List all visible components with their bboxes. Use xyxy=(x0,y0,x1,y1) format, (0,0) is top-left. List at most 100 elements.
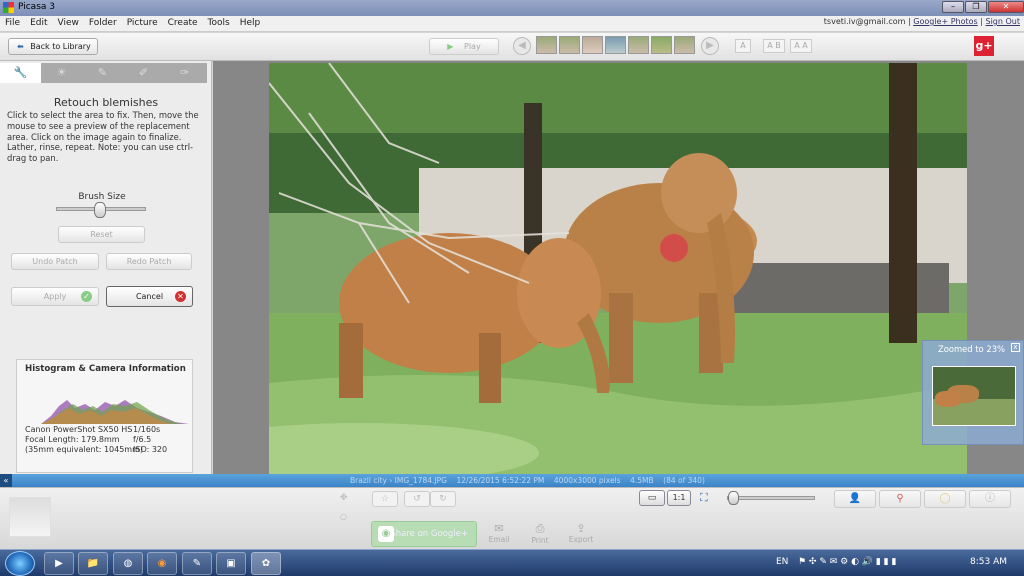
filmstrip-thumb[interactable] xyxy=(674,36,695,54)
edit-panel: 🔧 ☀ ✎ ✐ ✑ Retouch blemishes Click to sel… xyxy=(0,61,212,474)
focal-equivalent: (35mm equivalent: 1045mm) xyxy=(25,445,144,454)
photo-viewer-icon[interactable]: ▣ xyxy=(216,552,246,575)
histogram-panel: Histogram & Camera Information Canon Pow… xyxy=(16,359,193,473)
histogram-title: Histogram & Camera Information xyxy=(25,364,186,374)
people-icon[interactable]: 👤 xyxy=(834,490,876,508)
menu-picture[interactable]: Picture xyxy=(122,16,163,31)
apply-button[interactable]: Apply ✓ xyxy=(11,287,99,306)
account-email: tsveti.iv@gmail.com xyxy=(823,17,906,26)
previous-button[interactable]: ◀ xyxy=(513,37,531,55)
info-icon[interactable]: ⓘ xyxy=(969,490,1011,508)
share-label: Share on Google+ xyxy=(390,529,468,539)
menu-view[interactable]: View xyxy=(53,16,84,31)
filmstrip-thumb[interactable] xyxy=(536,36,557,54)
back-label: Back to Library xyxy=(30,42,91,51)
zoom-label: Zoomed to 23% xyxy=(938,344,1005,354)
collapse-panel-icon[interactable]: « xyxy=(0,474,12,487)
cancel-label: Cancel xyxy=(135,292,164,301)
toolbar: ⬅ Back to Library ▶ Play ◀ ▶ A A B A A g… xyxy=(0,33,1024,61)
export-action[interactable]: ⇪ Export xyxy=(566,522,596,544)
close-button[interactable]: ✕ xyxy=(988,1,1024,13)
redo-patch-button[interactable]: Redo Patch xyxy=(106,253,192,270)
next-button[interactable]: ▶ xyxy=(701,37,719,55)
title-bar: Picasa 3 – ❐ ✕ xyxy=(0,0,1024,16)
play-label: Play xyxy=(464,42,481,51)
zoom-close-button[interactable]: x xyxy=(1011,343,1020,352)
paint-icon[interactable]: ✎ xyxy=(182,552,212,575)
star-button[interactable]: ☆ xyxy=(372,491,398,507)
clock[interactable]: 8:53 AM xyxy=(970,557,1007,567)
menu-folder[interactable]: Folder xyxy=(84,16,122,31)
hold-icon[interactable]: ✥ xyxy=(340,493,348,503)
media-player-icon[interactable]: ▶ xyxy=(44,552,74,575)
menu-file[interactable]: File xyxy=(0,16,25,31)
cancel-x-icon: ✕ xyxy=(175,291,186,302)
brush2-icon[interactable]: ✐ xyxy=(123,63,164,83)
filmstrip-thumb[interactable] xyxy=(559,36,580,54)
actual-size-button[interactable]: 1:1 xyxy=(667,490,691,506)
play-button[interactable]: ▶ Play xyxy=(429,38,499,55)
network-icon[interactable]: ◍ xyxy=(113,552,143,575)
sign-out-link[interactable]: Sign Out xyxy=(986,17,1021,26)
tray-thumbnail[interactable] xyxy=(9,497,51,537)
filmstrip-thumb[interactable] xyxy=(651,36,672,54)
fit-window-button[interactable]: ▭ xyxy=(639,490,665,506)
export-label: Export xyxy=(568,535,594,544)
filmstrip-thumb[interactable] xyxy=(582,36,603,54)
maximize-button[interactable]: ❐ xyxy=(965,1,987,13)
reset-button[interactable]: Reset xyxy=(58,226,145,243)
window-title: Picasa 3 xyxy=(18,2,55,12)
tag-icon[interactable]: ◯ xyxy=(924,490,966,508)
back-arrow-icon: ⬅ xyxy=(17,42,24,51)
apply-label: Apply xyxy=(43,292,67,301)
status-bar: « Brazil city › IMG_1784.JPG 12/26/2015 … xyxy=(0,474,1024,487)
brush-icon[interactable]: ✎ xyxy=(82,63,123,83)
caption-a-button[interactable]: A xyxy=(735,39,751,53)
tray-icons[interactable]: ⚑ ✣ ✎ ✉ ⚙ ◐ 🔊 ▮ ▮ ▮ xyxy=(798,557,896,567)
zoom-slider[interactable] xyxy=(727,496,815,500)
filmstrip-thumb[interactable] xyxy=(628,36,649,54)
undo-patch-button[interactable]: Undo Patch xyxy=(11,253,99,270)
google-plus-icon[interactable]: g+ xyxy=(974,36,994,56)
menu-create[interactable]: Create xyxy=(163,16,203,31)
menu-edit[interactable]: Edit xyxy=(25,16,52,31)
clear-icon[interactable]: ○ xyxy=(340,512,347,521)
shutter-speed: 1/160s xyxy=(133,425,161,434)
share-google-plus-button[interactable]: ◉ Share on Google+ xyxy=(371,521,477,547)
rotate-left-button[interactable]: ↺ xyxy=(404,491,430,507)
back-to-library-button[interactable]: ⬅ Back to Library xyxy=(8,38,98,55)
brush-size-knob[interactable] xyxy=(94,202,106,218)
menu-bar: File Edit View Folder Picture Create Tools Help… xyxy=(0,16,1024,32)
picasa-logo-icon xyxy=(3,2,14,13)
menu-help[interactable]: Help xyxy=(235,16,266,31)
caption-aa-button[interactable]: A A xyxy=(790,39,812,53)
sun-icon[interactable]: ☀ xyxy=(41,63,82,83)
picasa-taskbar-icon[interactable]: ✿ xyxy=(251,552,281,575)
elephant-photo[interactable] xyxy=(269,63,967,474)
minimize-button[interactable]: – xyxy=(942,1,964,13)
focal-length: Focal Length: 179.8mm xyxy=(25,435,120,444)
zoom-label-text: Zoomed to xyxy=(938,344,984,354)
email-icon: ✉ xyxy=(494,522,504,535)
cancel-button[interactable]: Cancel ✕ xyxy=(106,286,193,307)
filmstrip-thumb[interactable] xyxy=(605,36,626,54)
explorer-icon[interactable]: 📁 xyxy=(78,552,108,575)
google-photos-link[interactable]: Google+ Photos xyxy=(913,17,977,26)
print-action[interactable]: ⎙ Print xyxy=(525,522,555,545)
histogram-graph xyxy=(41,400,189,424)
email-action[interactable]: ✉ Email xyxy=(484,522,514,544)
rotate-right-button[interactable]: ↻ xyxy=(430,491,456,507)
zoom-mode-icon[interactable]: ⛶ xyxy=(700,491,708,505)
start-button[interactable] xyxy=(5,551,35,576)
camera-icon: ◉ xyxy=(378,526,394,542)
firefox-icon[interactable]: ◉ xyxy=(147,552,177,575)
menu-tools[interactable]: Tools xyxy=(203,16,235,31)
photo-viewer: Zoomed to 23% x xyxy=(213,61,1024,474)
zoom-slider-knob[interactable] xyxy=(728,491,739,505)
wrench-icon[interactable]: 🔧 xyxy=(0,63,41,83)
zoom-thumbnail[interactable] xyxy=(932,366,1016,426)
caption-ab-button[interactable]: A B xyxy=(763,39,785,53)
language-indicator[interactable]: EN xyxy=(776,557,788,567)
location-pin-icon[interactable]: ⚲ xyxy=(879,490,921,508)
brush3-icon[interactable]: ✑ xyxy=(164,63,205,83)
